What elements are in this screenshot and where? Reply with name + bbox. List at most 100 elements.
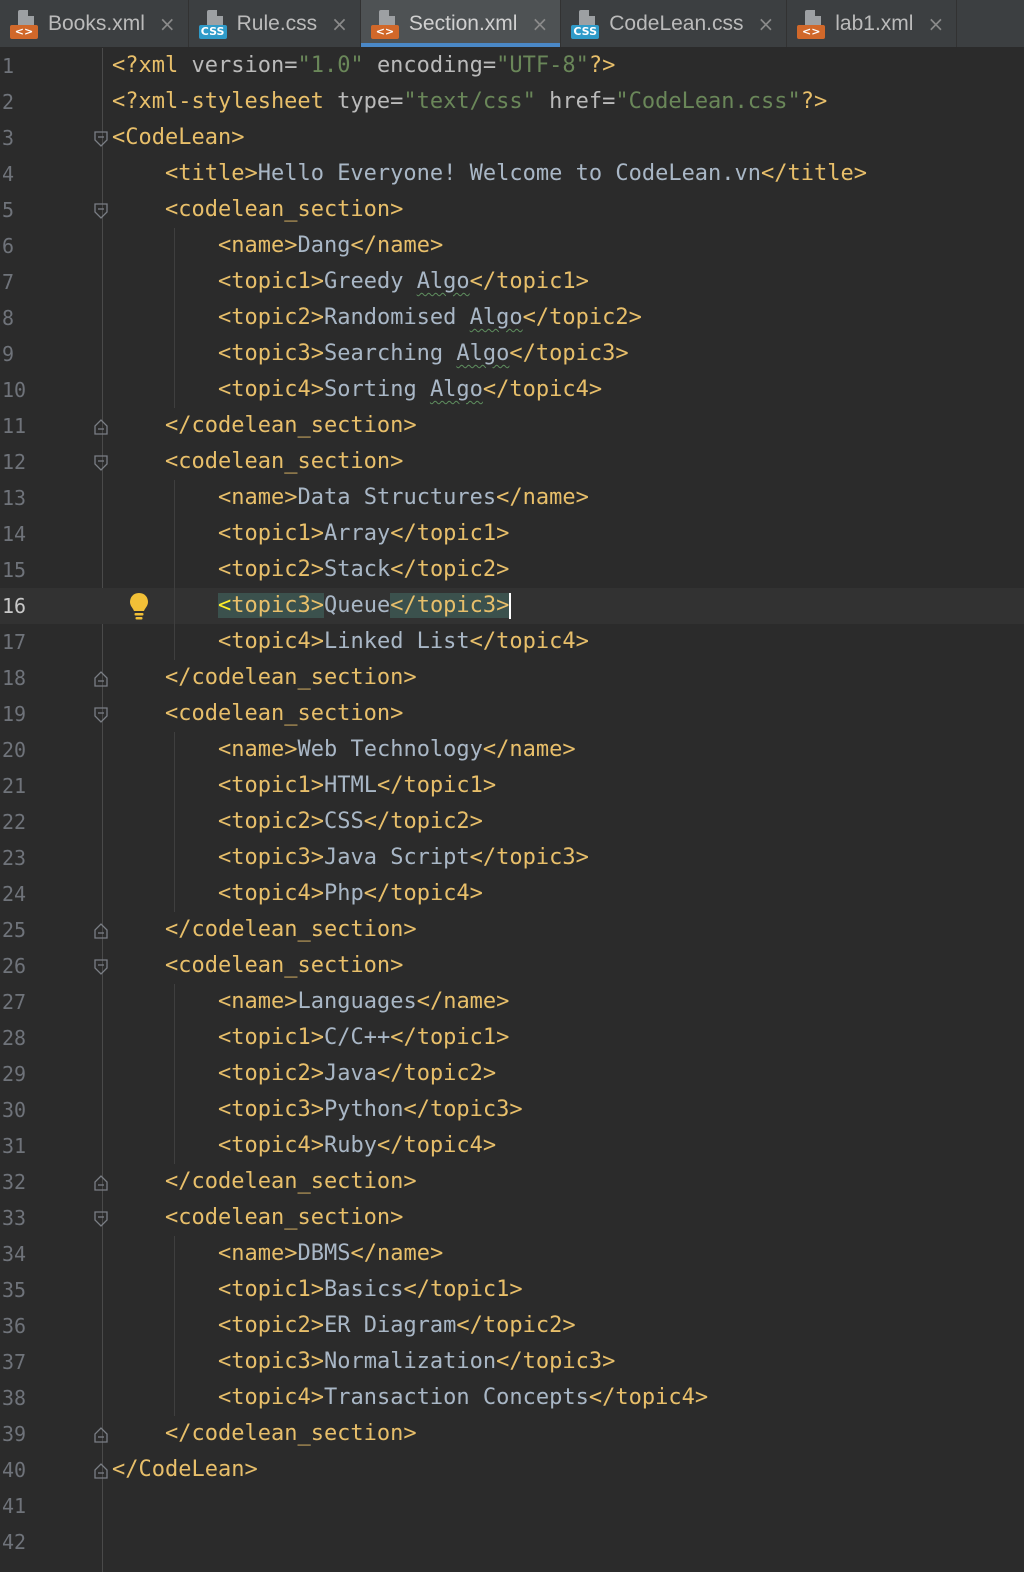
line-number: 37 — [2, 1350, 27, 1374]
line-number: 33 — [2, 1206, 27, 1230]
fold-close-icon[interactable] — [94, 923, 108, 939]
tab-rule-css[interactable]: CSS Rule.css × — [189, 0, 361, 47]
close-icon[interactable]: × — [331, 12, 348, 36]
fold-close-icon[interactable] — [94, 1463, 108, 1479]
code-line[interactable]: 35 <topic1>Basics</topic1> — [0, 1272, 1024, 1308]
line-number: 22 — [2, 810, 27, 834]
code-editor[interactable]: 1 <?xml version="1.0" encoding="UTF-8"?> 2… — [0, 48, 1024, 1572]
code-line[interactable]: 29 <topic2>Java</topic2> — [0, 1056, 1024, 1092]
code-line[interactable]: 28 <topic1>C/C++</topic1> — [0, 1020, 1024, 1056]
code-line[interactable]: 20 <name>Web Technology</name> — [0, 732, 1024, 768]
line-number: 39 — [2, 1422, 27, 1446]
tab-label: Rule.css — [236, 11, 318, 35]
code-line[interactable]: 1 <?xml version="1.0" encoding="UTF-8"?> — [0, 48, 1024, 84]
line-number: 15 — [2, 558, 27, 582]
code-line[interactable]: 10 <topic4>Sorting Algo</topic4> — [0, 372, 1024, 408]
tab-section-xml[interactable]: <> Section.xml × — [360, 0, 562, 47]
code-line[interactable]: 4 <title>Hello Everyone! Welcome to CodeL… — [0, 156, 1024, 192]
code-line[interactable]: 34 <name>DBMS</name> — [0, 1236, 1024, 1272]
code-line[interactable]: 37 <topic3>Normalization</topic3> — [0, 1344, 1024, 1380]
tab-lab1-xml[interactable]: <> lab1.xml × — [787, 0, 958, 47]
code-line[interactable]: 19 <codelean_section> — [0, 696, 1024, 732]
fold-open-icon[interactable] — [94, 707, 108, 723]
code-line[interactable]: 6 <name>Dang</name> — [0, 228, 1024, 264]
code-line[interactable]: 30 <topic3>Python</topic3> — [0, 1092, 1024, 1128]
line-number: 26 — [2, 954, 27, 978]
code-line[interactable]: 26 <codelean_section> — [0, 948, 1024, 984]
xml-file-icon: <> — [10, 7, 40, 41]
code-line[interactable]: 32 </codelean_section> — [0, 1164, 1024, 1200]
code-line[interactable]: 36 <topic2>ER Diagram</topic2> — [0, 1308, 1024, 1344]
current-code-line[interactable]: 16 <topic3>Queue</topic3> — [0, 588, 1024, 624]
code-text: <topic4>Sorting Algo</topic4> — [218, 377, 603, 402]
code-line[interactable]: 22 <topic2>CSS</topic2> — [0, 804, 1024, 840]
code-line[interactable]: 42 — [0, 1524, 1024, 1560]
code-line[interactable]: 31 <topic4>Ruby</topic4> — [0, 1128, 1024, 1164]
code-line[interactable]: 8 <topic2>Randomised Algo</topic2> — [0, 300, 1024, 336]
code-text: </codelean_section> — [165, 917, 417, 942]
line-number: 24 — [2, 882, 27, 906]
line-number: 28 — [2, 1026, 27, 1050]
tab-label: Books.xml — [48, 11, 145, 35]
code-line[interactable]: 2 <?xml-stylesheet type="text/css" href="… — [0, 84, 1024, 120]
code-line[interactable]: 40 </CodeLean> — [0, 1452, 1024, 1488]
code-line[interactable]: 33 <codelean_section> — [0, 1200, 1024, 1236]
line-number: 34 — [2, 1242, 27, 1266]
code-line[interactable]: 9 <topic3>Searching Algo</topic3> — [0, 336, 1024, 372]
fold-close-icon[interactable] — [94, 419, 108, 435]
fold-close-icon[interactable] — [94, 1427, 108, 1443]
code-line[interactable]: 41 — [0, 1488, 1024, 1524]
fold-open-icon[interactable] — [94, 455, 108, 471]
code-text: <topic3>Searching Algo</topic3> — [218, 341, 629, 366]
tab-books-xml[interactable]: <> Books.xml × — [0, 0, 189, 47]
code-line[interactable]: 3 <CodeLean> — [0, 120, 1024, 156]
fold-close-icon[interactable] — [94, 1175, 108, 1191]
line-number: 19 — [2, 702, 27, 726]
code-line[interactable]: 18 </codelean_section> — [0, 660, 1024, 696]
line-number: 3 — [2, 126, 15, 150]
code-line[interactable]: 7 <topic1>Greedy Algo</topic1> — [0, 264, 1024, 300]
code-line[interactable]: 21 <topic1>HTML</topic1> — [0, 768, 1024, 804]
close-icon[interactable]: × — [927, 12, 944, 36]
css-badge: CSS — [198, 24, 227, 39]
line-number: 12 — [2, 450, 27, 474]
css-badge: CSS — [571, 24, 600, 39]
fold-open-icon[interactable] — [94, 1211, 108, 1227]
fold-open-icon[interactable] — [94, 203, 108, 219]
code-text: <topic3>Queue</topic3> — [218, 593, 512, 619]
code-line[interactable]: 12 <codelean_section> — [0, 444, 1024, 480]
code-line[interactable]: 5 <codelean_section> — [0, 192, 1024, 228]
tab-codelean-css[interactable]: CSS CodeLean.css × — [561, 0, 788, 47]
line-number: 41 — [2, 1494, 27, 1518]
close-icon[interactable]: × — [159, 12, 176, 36]
code-line[interactable]: 14 <topic1>Array</topic1> — [0, 516, 1024, 552]
fold-open-icon[interactable] — [94, 131, 108, 147]
code-text: <?xml-stylesheet type="text/css" href="C… — [112, 89, 828, 114]
line-number: 23 — [2, 846, 27, 870]
code-line[interactable]: 23 <topic3>Java Script</topic3> — [0, 840, 1024, 876]
code-text: <topic4>Linked List</topic4> — [218, 629, 589, 654]
code-line[interactable]: 39 </codelean_section> — [0, 1416, 1024, 1452]
close-icon[interactable]: × — [531, 12, 548, 36]
tab-label: lab1.xml — [835, 11, 914, 35]
code-line[interactable]: 17 <topic4>Linked List</topic4> — [0, 624, 1024, 660]
close-icon[interactable]: × — [758, 12, 775, 36]
indent-guide — [174, 1236, 175, 1416]
code-line[interactable]: 27 <name>Languages</name> — [0, 984, 1024, 1020]
code-text: <name>DBMS</name> — [218, 1241, 444, 1266]
code-text: <topic1>HTML</topic1> — [218, 773, 497, 798]
code-line[interactable]: 15 <topic2>Stack</topic2> — [0, 552, 1024, 588]
code-line[interactable]: 25 </codelean_section> — [0, 912, 1024, 948]
code-line[interactable]: 24 <topic4>Php</topic4> — [0, 876, 1024, 912]
lightbulb-icon[interactable] — [128, 591, 150, 621]
code-line[interactable]: 11 </codelean_section> — [0, 408, 1024, 444]
line-number: 31 — [2, 1134, 27, 1158]
code-text: <topic3>Java Script</topic3> — [218, 845, 589, 870]
line-number: 20 — [2, 738, 27, 762]
code-text: <topic3>Python</topic3> — [218, 1097, 523, 1122]
code-line[interactable]: 13 <name>Data Structures</name> — [0, 480, 1024, 516]
xml-file-icon: <> — [797, 7, 827, 41]
fold-close-icon[interactable] — [94, 671, 108, 687]
fold-open-icon[interactable] — [94, 959, 108, 975]
code-line[interactable]: 38 <topic4>Transaction Concepts</topic4> — [0, 1380, 1024, 1416]
